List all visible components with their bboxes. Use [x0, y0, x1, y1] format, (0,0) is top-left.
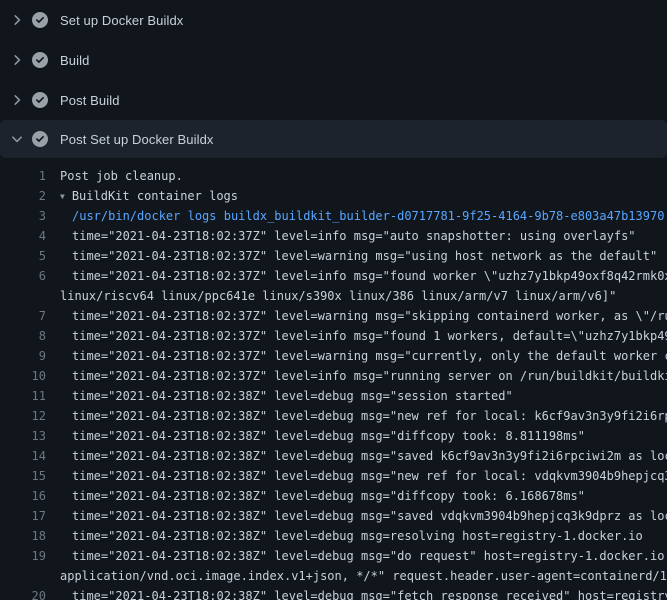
check-circle-icon [32, 12, 48, 28]
line-number[interactable]: 5 [0, 246, 60, 266]
log-container: 1Post job cleanup.2▼BuildKit container l… [0, 158, 667, 600]
line-number[interactable]: 16 [0, 486, 60, 506]
log-line: 7time="2021-04-23T18:02:37Z" level=warni… [0, 306, 667, 326]
log-line: 11time="2021-04-23T18:02:38Z" level=debu… [0, 386, 667, 406]
log-text: Post job cleanup. [60, 169, 183, 183]
log-text: time="2021-04-23T18:02:37Z" level=info m… [60, 269, 667, 283]
line-number[interactable]: 17 [0, 506, 60, 526]
log-line: 3/usr/bin/docker logs buildx_buildkit_bu… [0, 206, 667, 226]
log-text: ▼BuildKit container logs [60, 189, 238, 203]
step-row-build[interactable]: Build [0, 40, 667, 80]
line-number[interactable]: 20 [0, 586, 60, 600]
log-line: 2▼BuildKit container logs [0, 186, 667, 206]
chevron-down-icon [10, 132, 24, 146]
log-line: 14time="2021-04-23T18:02:38Z" level=debu… [0, 446, 667, 466]
line-number[interactable]: 14 [0, 446, 60, 466]
log-text: time="2021-04-23T18:02:37Z" level=info m… [60, 369, 667, 383]
line-number[interactable]: 4 [0, 226, 60, 246]
log-line: 12time="2021-04-23T18:02:38Z" level=debu… [0, 406, 667, 426]
line-number[interactable]: 3 [0, 206, 60, 226]
step-row-post-build[interactable]: Post Build [0, 80, 667, 120]
log-text: time="2021-04-23T18:02:38Z" level=debug … [60, 469, 667, 483]
log-text: time="2021-04-23T18:02:38Z" level=debug … [60, 589, 667, 600]
chevron-right-icon [10, 53, 24, 67]
log-line: 4time="2021-04-23T18:02:37Z" level=info … [0, 226, 667, 246]
line-number[interactable]: 2 [0, 186, 60, 206]
log-text: time="2021-04-23T18:02:37Z" level=warnin… [60, 249, 657, 263]
line-number[interactable]: 18 [0, 526, 60, 546]
log-line: 10time="2021-04-23T18:02:37Z" level=info… [0, 366, 667, 386]
log-line: 13time="2021-04-23T18:02:38Z" level=debu… [0, 426, 667, 446]
log-text: time="2021-04-23T18:02:38Z" level=debug … [60, 429, 585, 443]
line-number[interactable]: 1 [0, 166, 60, 186]
line-number[interactable]: 6 [0, 266, 60, 286]
log-line: application/vnd.oci.image.index.v1+json,… [0, 566, 667, 586]
check-circle-icon [32, 131, 48, 147]
step-label: Set up Docker Buildx [60, 13, 183, 28]
line-number[interactable]: 10 [0, 366, 60, 386]
log-line: 8time="2021-04-23T18:02:37Z" level=info … [0, 326, 667, 346]
log-line: 5time="2021-04-23T18:02:37Z" level=warni… [0, 246, 667, 266]
log-text: time="2021-04-23T18:02:38Z" level=debug … [60, 509, 667, 523]
workflow-log-viewer: Set up Docker Buildx Build Post Build Post … [0, 0, 667, 600]
line-number[interactable]: 11 [0, 386, 60, 406]
log-line: 6time="2021-04-23T18:02:37Z" level=info … [0, 266, 667, 286]
log-line: 17time="2021-04-23T18:02:38Z" level=debu… [0, 506, 667, 526]
log-text: time="2021-04-23T18:02:38Z" level=debug … [60, 529, 643, 543]
log-text: application/vnd.oci.image.index.v1+json,… [60, 569, 667, 583]
log-text: time="2021-04-23T18:02:38Z" level=debug … [60, 449, 667, 463]
step-row-set-up-docker-buildx[interactable]: Set up Docker Buildx [0, 0, 667, 40]
line-number[interactable]: 13 [0, 426, 60, 446]
line-number[interactable]: 15 [0, 466, 60, 486]
log-text: time="2021-04-23T18:02:37Z" level=warnin… [60, 309, 667, 323]
log-line: 16time="2021-04-23T18:02:38Z" level=debu… [0, 486, 667, 506]
log-text: time="2021-04-23T18:02:37Z" level=info m… [60, 229, 636, 243]
log-text: time="2021-04-23T18:02:38Z" level=debug … [60, 549, 667, 563]
line-number[interactable]: 19 [0, 546, 60, 566]
line-number[interactable]: 9 [0, 346, 60, 366]
log-text: time="2021-04-23T18:02:38Z" level=debug … [60, 409, 667, 423]
command-text: /usr/bin/docker logs buildx_buildkit_bui… [60, 209, 664, 223]
check-circle-icon [32, 92, 48, 108]
log-line: 19time="2021-04-23T18:02:38Z" level=debu… [0, 546, 667, 566]
log-text: time="2021-04-23T18:02:37Z" level=warnin… [60, 349, 667, 363]
log-line: 9time="2021-04-23T18:02:37Z" level=warni… [0, 346, 667, 366]
log-text: time="2021-04-23T18:02:38Z" level=debug … [60, 389, 513, 403]
log-line: 18time="2021-04-23T18:02:38Z" level=debu… [0, 526, 667, 546]
step-row-post-set-up-docker-buildx[interactable]: Post Set up Docker Buildx [0, 120, 667, 158]
log-line: 20time="2021-04-23T18:02:38Z" level=debu… [0, 586, 667, 600]
group-toggle-triangle-icon[interactable]: ▼ [60, 187, 65, 206]
step-label: Post Set up Docker Buildx [60, 132, 214, 147]
log-text: time="2021-04-23T18:02:38Z" level=debug … [60, 489, 585, 503]
step-list: Set up Docker Buildx Build Post Build Post … [0, 0, 667, 158]
chevron-right-icon [10, 93, 24, 107]
log-line: linux/riscv64 linux/ppc641e linux/s390x … [0, 286, 667, 306]
chevron-right-icon [10, 13, 24, 27]
line-number[interactable]: 8 [0, 326, 60, 346]
check-circle-icon [32, 52, 48, 68]
step-label: Build [60, 53, 89, 68]
log-line: 15time="2021-04-23T18:02:38Z" level=debu… [0, 466, 667, 486]
line-number[interactable]: 12 [0, 406, 60, 426]
line-number[interactable]: 7 [0, 306, 60, 326]
log-line: 1Post job cleanup. [0, 166, 667, 186]
step-label: Post Build [60, 93, 120, 108]
log-text: time="2021-04-23T18:02:37Z" level=info m… [60, 329, 667, 343]
log-text: linux/riscv64 linux/ppc641e linux/s390x … [60, 289, 616, 303]
